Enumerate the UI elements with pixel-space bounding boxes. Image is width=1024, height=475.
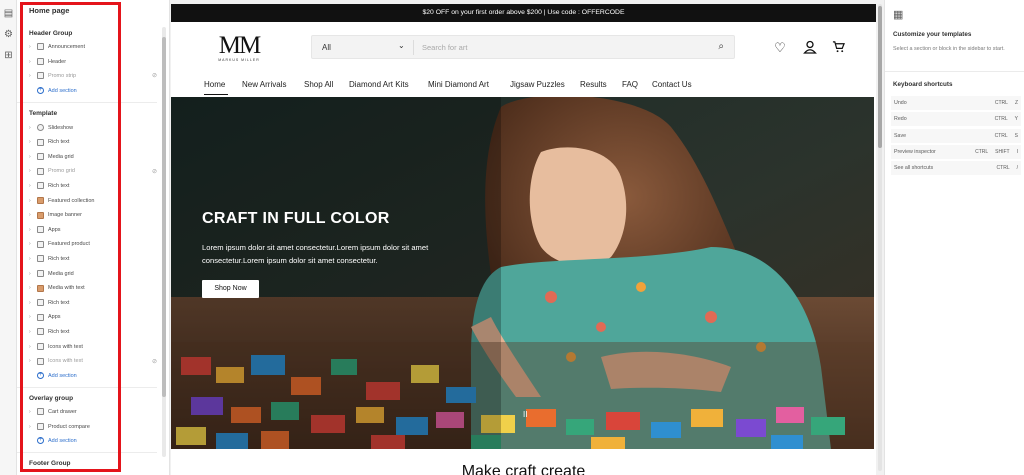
shortcut-label: Redo — [894, 116, 907, 123]
logo-subtitle: MARKUS MILLER — [218, 58, 260, 62]
announcement-bar[interactable]: $20 OFF on your first order above $200 |… — [171, 4, 876, 22]
wishlist-heart-icon[interactable]: ♡ — [772, 40, 788, 56]
chevron-down-icon[interactable]: ⌄ — [398, 41, 405, 50]
divider — [885, 71, 1024, 72]
preview-scrollbar[interactable] — [878, 4, 882, 471]
shortcut-label: Save — [894, 132, 907, 139]
nav-item-contact-us[interactable]: Contact Us — [652, 80, 692, 89]
search-bar: All ⌄ ⌕ — [311, 35, 735, 59]
nav-item-diamond-art-kits[interactable]: Diamond Art Kits — [349, 80, 409, 89]
store-preview: $20 OFF on your first order above $200 |… — [171, 4, 876, 475]
section-heading: Make craft create — [461, 463, 586, 475]
shortcut-label: Preview inspector — [894, 148, 936, 155]
nav-item-results[interactable]: Results — [580, 80, 607, 89]
key-label: CTRL — [996, 165, 1010, 172]
key-label: CTRL — [994, 100, 1008, 106]
shortcut-row: Preview inspector CTRL SHIFT I — [891, 144, 1021, 159]
apps-icon[interactable]: ⊞ — [3, 50, 14, 61]
category-select[interactable]: All — [322, 43, 331, 52]
search-icon[interactable]: ⌕ — [718, 41, 724, 52]
nav-item-faq[interactable]: FAQ — [622, 80, 638, 89]
logo-mark: MM — [218, 32, 261, 59]
panel-scrollbar-thumb[interactable] — [162, 37, 166, 397]
settings-panel: ▦ Customize your templates Select a sect… — [884, 0, 1024, 475]
cart-icon[interactable] — [830, 40, 846, 56]
account-user-icon[interactable] — [802, 40, 818, 56]
key-label: CTRL — [975, 148, 989, 155]
settings-title: Customize your templates — [893, 31, 972, 38]
shortcut-label: See all shortcuts — [894, 165, 934, 172]
key-label: / — [1016, 165, 1018, 172]
shortcut-keys: CTRL SHIFT I — [975, 149, 1018, 155]
settings-icon[interactable]: ⚙ — [3, 29, 14, 40]
panel-scrollbar[interactable] — [162, 27, 166, 457]
hero-text: Lorem ipsum dolor sit amet consectetur.L… — [202, 243, 429, 265]
search-divider — [413, 40, 414, 55]
shortcut-keys: CTRL Y — [995, 116, 1018, 122]
hidden-eye-icon[interactable]: ⊘ — [152, 72, 157, 79]
pause-icon[interactable]: II — [523, 410, 527, 419]
shortcut-keys: CTRL / — [997, 165, 1018, 171]
hidden-eye-icon[interactable]: ⊘ — [152, 358, 157, 365]
shortcut-row: Save CTRL S — [891, 128, 1021, 143]
nav-item-jigsaw-puzzles[interactable]: Jigsaw Puzzles — [510, 80, 565, 89]
key-label: CTRL — [994, 132, 1008, 139]
customize-icon: ▦ — [893, 9, 904, 21]
settings-description: Select a section or block in the sidebar… — [893, 46, 1005, 52]
preview-scrollbar-thumb[interactable] — [878, 6, 882, 148]
shortcut-keys: CTRL Z — [995, 100, 1018, 106]
search-input[interactable] — [422, 40, 702, 55]
shortcut-row: Redo CTRL Y — [891, 112, 1021, 127]
key-label: Y — [1014, 116, 1018, 123]
key-label: Z — [1014, 100, 1018, 106]
key-label: SHIFT — [995, 148, 1010, 155]
nav-item-shop-all[interactable]: Shop All — [304, 80, 333, 89]
hero-slideshow[interactable]: CRAFT IN FULL COLOR Lorem ipsum dolor si… — [171, 97, 874, 449]
shortcut-row: See all shortcuts CTRL / — [891, 161, 1021, 176]
store-logo[interactable]: MM MARKUS MILLER — [211, 32, 267, 64]
nav-item-home[interactable]: Home — [204, 80, 225, 89]
shortcut-row: Undo CTRL Z — [891, 96, 1021, 110]
key-label: I — [1016, 148, 1018, 155]
shortcut-keys: CTRL S — [995, 133, 1018, 139]
hero-title: CRAFT IN FULL COLOR — [202, 210, 390, 227]
highlight-box — [20, 2, 121, 472]
shortcuts-title: Keyboard shortcuts — [893, 81, 953, 88]
key-label: S — [1014, 132, 1018, 139]
key-label: CTRL — [994, 116, 1008, 123]
shop-now-button[interactable]: Shop Now — [202, 280, 259, 298]
nav-item-new-arrivals[interactable]: New Arrivals — [242, 80, 286, 89]
nav-item-mini-diamond-art[interactable]: Mini Diamond Art — [428, 80, 489, 89]
hidden-eye-icon[interactable]: ⊘ — [152, 168, 157, 175]
nav-active-indicator — [204, 94, 228, 95]
sections-icon[interactable]: ▤ — [3, 8, 14, 19]
shortcut-label: Undo — [894, 100, 907, 106]
hero-image — [171, 97, 874, 449]
icon-rail: ▤ ⚙ ⊞ — [0, 0, 17, 475]
